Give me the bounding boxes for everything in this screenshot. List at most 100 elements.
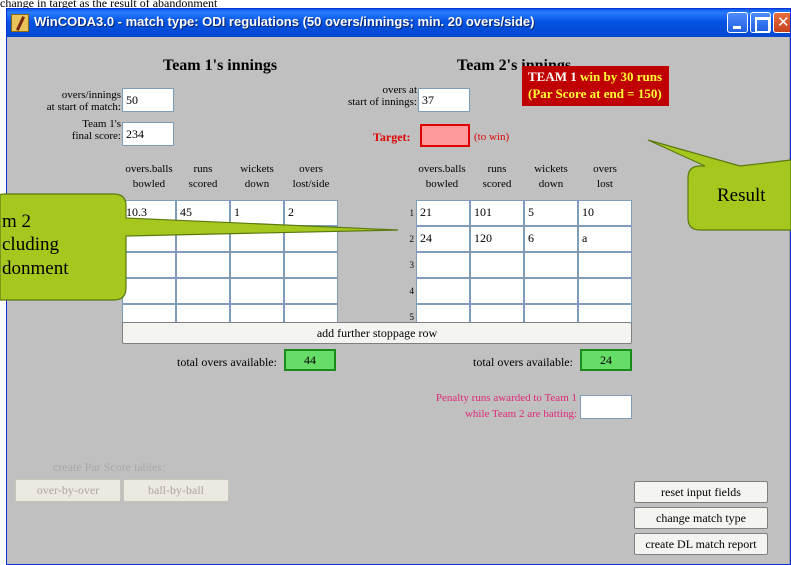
stoppage-cell[interactable]	[524, 278, 578, 304]
stoppage-cell[interactable]	[230, 252, 284, 278]
stoppage-cell[interactable]	[176, 278, 230, 304]
stoppage-cell[interactable]	[524, 252, 578, 278]
stoppage-cell[interactable]: a	[578, 226, 632, 252]
title-bar[interactable]: WinCODA3.0 - match type: ODI regulations…	[7, 9, 790, 37]
stoppage-cell[interactable]: 101	[470, 200, 524, 226]
team1-score-label-line1: Team 1's	[82, 118, 121, 130]
left-callout-line2: cluding	[2, 234, 59, 255]
target-suffix: (to win)	[474, 131, 510, 143]
team2-total-label: total overs available:	[473, 355, 573, 369]
stoppage-cell[interactable]: 120	[470, 226, 524, 252]
stoppage-cell[interactable]	[578, 252, 632, 278]
team2-col-overs-header: overs.balls bowled	[415, 162, 469, 192]
stoppage-cell[interactable]: 6	[524, 226, 578, 252]
team1-col-header-line: runs	[193, 163, 213, 175]
team2-col-header-line: down	[538, 178, 564, 190]
team1-col-header-line: lost/side	[292, 178, 330, 190]
stoppage-cell[interactable]	[176, 226, 230, 252]
team2-overs-label-line1: overs at	[382, 84, 417, 96]
stoppage-cell[interactable]	[230, 226, 284, 252]
stoppage-cell[interactable]: 2	[284, 200, 338, 226]
team1-heading: Team 1's innings	[163, 57, 278, 74]
app-icon	[11, 14, 29, 32]
result-line1: TEAM 1 win by 30 runs	[528, 68, 663, 85]
create-dl-report-button[interactable]: create DL match report	[634, 533, 768, 555]
team2-col-header-line: scored	[482, 178, 512, 190]
team1-col-lost-header: overs lost/side	[284, 162, 338, 192]
result-par: (Par Score at end = 150)	[528, 86, 662, 101]
stoppage-cell[interactable]	[122, 226, 176, 252]
left-callout-line1: m 2	[2, 211, 32, 232]
stoppage-cell[interactable]	[176, 252, 230, 278]
team1-col-header-line: overs.balls	[125, 163, 173, 175]
result-text: win by 30 runs	[576, 69, 662, 84]
over-by-over-button[interactable]: over-by-over	[15, 479, 121, 502]
app-window: WinCODA3.0 - match type: ODI regulations…	[6, 8, 791, 565]
stoppage-cell[interactable]: 5	[524, 200, 578, 226]
team2-col-header-line: overs.balls	[418, 163, 466, 175]
penalty-label: Penalty runs awarded to Team 1 while Tea…	[377, 390, 577, 422]
result-banner: TEAM 1 win by 30 runs (Par Score at end …	[522, 66, 669, 106]
close-button[interactable]: ✕	[773, 12, 790, 33]
team2-col-wickets-header: wickets down	[524, 162, 578, 192]
team2-col-header-line: runs	[487, 163, 507, 175]
team1-score-input[interactable]: 234	[122, 122, 174, 146]
team1-overs-label-line2: at start of match:	[46, 101, 121, 113]
left-callout-line3: donment	[2, 258, 69, 279]
stoppage-cell[interactable]	[470, 278, 524, 304]
team1-col-overs-header: overs.balls bowled	[122, 162, 176, 192]
stoppage-cell[interactable]: 10.3	[122, 200, 176, 226]
ball-by-ball-button[interactable]: ball-by-ball	[123, 479, 229, 502]
stoppage-cell[interactable]	[284, 278, 338, 304]
reset-input-fields-button[interactable]: reset input fields	[634, 481, 768, 503]
target-field[interactable]	[420, 124, 470, 147]
team1-overs-input[interactable]: 50	[122, 88, 174, 112]
stoppage-row-number: 3	[409, 260, 415, 270]
add-stoppage-row-button[interactable]: add further stoppage row	[122, 322, 632, 344]
team2-overs-input[interactable]: 37	[418, 88, 470, 112]
par-tables-label: create Par Score tables:	[53, 460, 166, 474]
team2-overs-label: overs at start of innings:	[322, 84, 417, 108]
team1-col-wickets-header: wickets down	[230, 162, 284, 192]
stoppage-cell[interactable]	[416, 252, 470, 278]
stoppage-cell[interactable]	[122, 252, 176, 278]
team1-col-header-line: wickets	[240, 163, 274, 175]
stoppage-cell[interactable]	[284, 252, 338, 278]
team1-overs-label-line1: overs/innings	[61, 89, 121, 101]
minimize-button[interactable]	[727, 12, 748, 33]
stoppage-cell[interactable]: 10	[578, 200, 632, 226]
stoppage-cell[interactable]	[470, 252, 524, 278]
stoppage-cell[interactable]	[122, 278, 176, 304]
stoppage-cell[interactable]	[578, 278, 632, 304]
top-caption: change in target as the result of abando…	[0, 0, 218, 8]
stoppage-cell[interactable]: 21	[416, 200, 470, 226]
penalty-label-line2: while Team 2 are batting:	[464, 408, 577, 420]
team2-col-runs-header: runs scored	[470, 162, 524, 192]
team1-total-overs: 44	[284, 349, 336, 371]
penalty-runs-input[interactable]	[580, 395, 632, 419]
team2-col-header-line: bowled	[425, 178, 459, 190]
team1-overs-label: overs/innings at start of match:	[27, 89, 121, 113]
team1-total-label: total overs available:	[177, 355, 277, 369]
close-icon: ✕	[777, 13, 790, 31]
right-callout-text: Result	[717, 185, 766, 206]
stoppage-cell[interactable]	[284, 226, 338, 252]
team1-score-label-line2: final score:	[71, 130, 121, 142]
stoppage-cell[interactable]: 24	[416, 226, 470, 252]
stoppage-row-number: 1	[409, 208, 415, 218]
penalty-label-line1: Penalty runs awarded to Team 1	[435, 392, 577, 404]
team2-overs-label-line2: start of innings:	[347, 96, 417, 108]
change-match-type-button[interactable]: change match type	[634, 507, 768, 529]
team1-col-header-line: scored	[188, 178, 218, 190]
team1-col-runs-header: runs scored	[176, 162, 230, 192]
stoppage-cell[interactable]: 1	[230, 200, 284, 226]
stoppage-cell[interactable]	[416, 278, 470, 304]
team1-col-header-line: overs	[299, 163, 323, 175]
maximize-button[interactable]	[750, 12, 771, 33]
window-title: WinCODA3.0 - match type: ODI regulations…	[34, 14, 535, 29]
stoppage-cell[interactable]: 45	[176, 200, 230, 226]
stoppage-row-number: 5	[409, 312, 415, 322]
stoppage-cell[interactable]	[230, 278, 284, 304]
team1-score-label: Team 1's final score:	[27, 118, 121, 142]
team1-col-header-line: bowled	[132, 178, 166, 190]
